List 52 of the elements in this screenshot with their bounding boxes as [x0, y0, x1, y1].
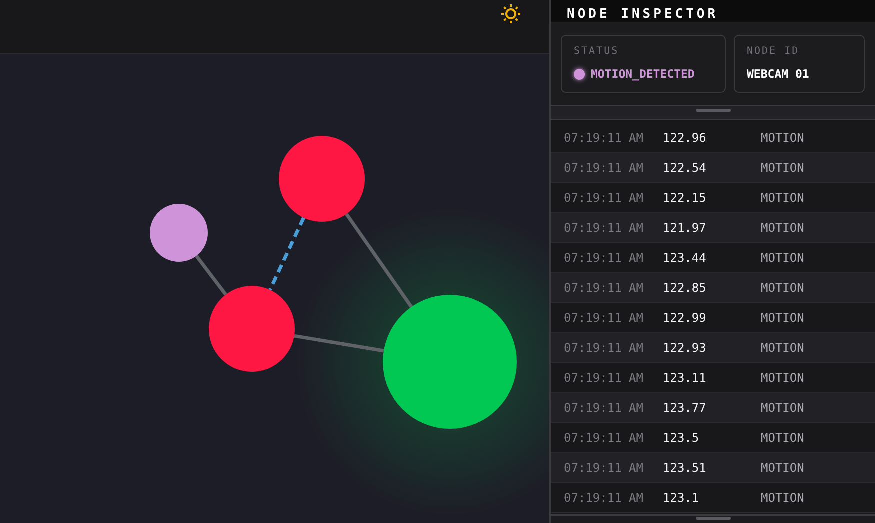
log-type: MOTION [761, 490, 804, 504]
log-time: 07:19:11 AM [564, 340, 644, 354]
log-type: MOTION [761, 430, 804, 444]
graph-node[interactable] [150, 204, 208, 262]
panel-title: NODE INSPECTOR [567, 8, 719, 22]
log-value: 123.44 [663, 250, 708, 264]
resize-splitter[interactable] [551, 105, 875, 120]
log-time: 07:19:11 AM [564, 370, 644, 384]
log-type: MOTION [761, 190, 804, 204]
graph-node[interactable] [279, 136, 365, 222]
log-time: 07:19:11 AM [564, 400, 644, 414]
node-id-value: WEBCAM 01 [747, 67, 810, 81]
log-type: MOTION [761, 220, 804, 234]
graph-node[interactable] [383, 295, 517, 429]
log-type: MOTION [761, 160, 804, 174]
log-type: MOTION [761, 250, 804, 264]
log-time: 07:19:11 AM [564, 490, 644, 504]
log-value: 121.97 [663, 220, 708, 234]
log-time: 07:19:11 AM [564, 220, 644, 234]
log-value: 122.85 [663, 280, 708, 294]
log-time: 07:19:11 AM [564, 250, 644, 264]
resize-handle[interactable] [696, 109, 730, 112]
scroll-handle[interactable] [696, 517, 730, 520]
log-value: 122.99 [663, 310, 708, 324]
node-id-label: NODE ID [747, 46, 801, 57]
log-value: 123.11 [663, 370, 708, 384]
log-type: MOTION [761, 400, 804, 414]
log-time: 07:19:11 AM [564, 190, 644, 204]
log-time: 07:19:11 AM [564, 160, 644, 174]
log-time: 07:19:11 AM [564, 430, 644, 444]
log-value: 122.15 [663, 190, 708, 204]
log-type: MOTION [761, 340, 804, 354]
graph-node[interactable] [209, 286, 295, 372]
log-value: 123.1 [663, 490, 700, 504]
status-value: MOTION_DETECTED [591, 67, 695, 81]
log-time: 07:19:11 AM [564, 460, 644, 474]
log-type: MOTION [761, 460, 804, 474]
log-type: MOTION [761, 310, 804, 324]
log-value: 122.54 [663, 160, 708, 174]
log-value: 123.77 [663, 400, 708, 414]
log-type: MOTION [761, 130, 804, 144]
log-type: MOTION [761, 370, 804, 384]
status-label: STATUS [574, 46, 620, 57]
sun-icon[interactable] [500, 3, 522, 25]
log-type: MOTION [761, 280, 804, 294]
log-time: 07:19:11 AM [564, 130, 644, 144]
log-time: 07:19:11 AM [564, 310, 644, 324]
log-value: 123.5 [663, 430, 700, 444]
log-value: 122.93 [663, 340, 708, 354]
log-value: 122.96 [663, 130, 708, 144]
log-value: 123.51 [663, 460, 708, 474]
log-time: 07:19:11 AM [564, 280, 644, 294]
